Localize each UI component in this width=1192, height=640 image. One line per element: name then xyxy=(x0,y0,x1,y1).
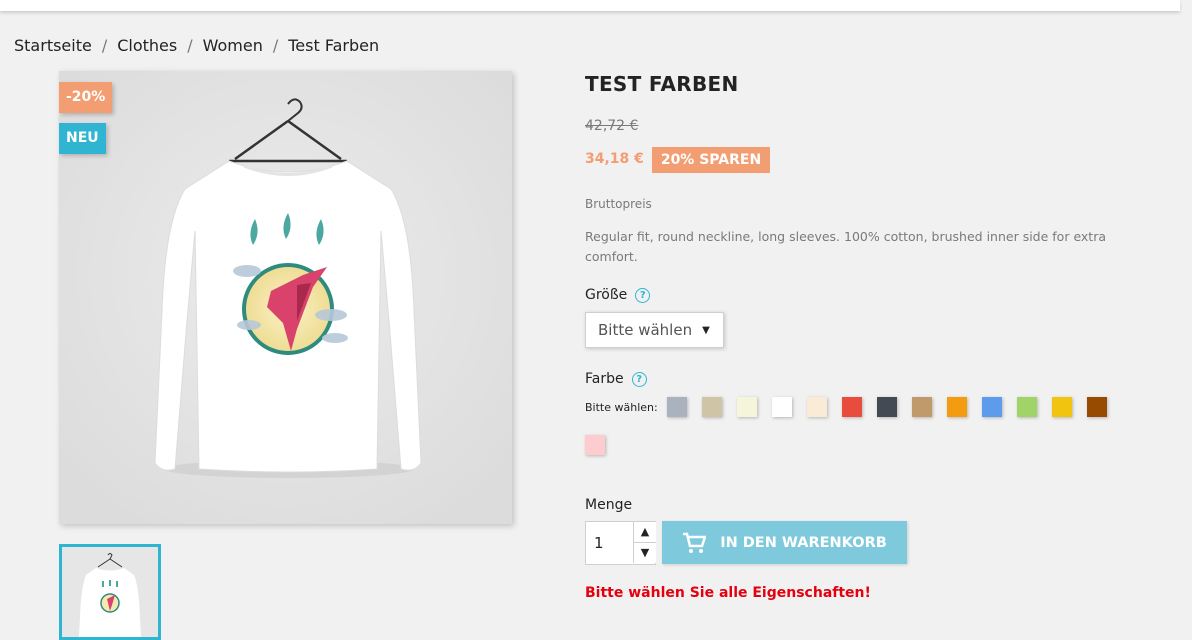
add-to-cart-label: IN DEN WARENKORB xyxy=(720,534,887,551)
color-swatch[interactable] xyxy=(947,397,967,417)
color-swatch[interactable] xyxy=(1087,397,1107,417)
product-title: TEST FARBEN xyxy=(585,72,739,96)
color-swatch[interactable] xyxy=(1052,397,1072,417)
color-swatch[interactable] xyxy=(1017,397,1037,417)
color-swatch[interactable] xyxy=(877,397,897,417)
caret-down-icon: ▼ xyxy=(702,324,710,336)
color-label-row: Farbe ? xyxy=(585,371,647,387)
breadcrumb-current: Test Farben xyxy=(288,36,380,55)
size-select-value: Bitte wählen xyxy=(598,321,693,339)
quantity-label: Menge xyxy=(585,497,633,513)
quantity-input[interactable]: 1 xyxy=(594,534,604,552)
quantity-decrease-button[interactable]: ▼ xyxy=(633,543,656,563)
shopping-cart-icon xyxy=(683,532,707,553)
discount-flag: -20% xyxy=(59,82,113,113)
add-to-cart-button[interactable]: IN DEN WARENKORB xyxy=(662,521,907,564)
regular-price: 42,72 € xyxy=(585,118,639,134)
color-swatch[interactable] xyxy=(982,397,1002,417)
color-hint: Bitte wählen: xyxy=(585,401,658,414)
question-circle-icon[interactable]: ? xyxy=(631,371,647,387)
size-label: Größe xyxy=(585,287,628,303)
color-swatch[interactable] xyxy=(842,397,862,417)
product-description: Regular fit, round neckline, long sleeve… xyxy=(585,229,1107,264)
product-cover-image[interactable]: -20% NEU xyxy=(59,71,512,524)
size-select[interactable]: Bitte wählen ▼ xyxy=(585,312,724,348)
breadcrumb-separator: / xyxy=(272,36,279,55)
new-flag: NEU xyxy=(59,123,106,154)
breadcrumb-separator: / xyxy=(101,36,108,55)
breadcrumb-separator: / xyxy=(187,36,193,55)
breadcrumb-women[interactable]: Women xyxy=(203,36,263,55)
product-tshirt-illustration xyxy=(59,71,512,524)
color-swatch[interactable] xyxy=(667,397,687,417)
error-message: Bitte wählen Sie alle Eigenschaften! xyxy=(585,585,871,601)
size-label-row: Größe ? xyxy=(585,287,651,303)
color-swatch[interactable] xyxy=(702,397,722,417)
header-bar xyxy=(0,0,1180,11)
color-swatch[interactable] xyxy=(912,397,932,417)
color-swatch[interactable] xyxy=(772,397,792,417)
breadcrumb-clothes[interactable]: Clothes xyxy=(117,36,177,55)
discount-badge: 20% SPAREN xyxy=(652,147,770,173)
current-price: 34,18 € xyxy=(585,151,644,167)
tax-label: Bruttopreis xyxy=(585,197,652,211)
color-swatch[interactable] xyxy=(807,397,827,417)
quantity-stepper[interactable]: 1 ▲ ▼ xyxy=(585,521,656,565)
color-label: Farbe xyxy=(585,371,624,387)
color-swatch[interactable] xyxy=(585,435,605,455)
color-swatch[interactable] xyxy=(737,397,757,417)
breadcrumb: Startseite / Clothes / Women / Test Farb… xyxy=(14,36,379,55)
question-circle-icon[interactable]: ? xyxy=(635,287,651,303)
thumbnail-tshirt-illustration xyxy=(62,547,158,637)
breadcrumb-home[interactable]: Startseite xyxy=(14,36,92,55)
quantity-increase-button[interactable]: ▲ xyxy=(633,522,656,543)
